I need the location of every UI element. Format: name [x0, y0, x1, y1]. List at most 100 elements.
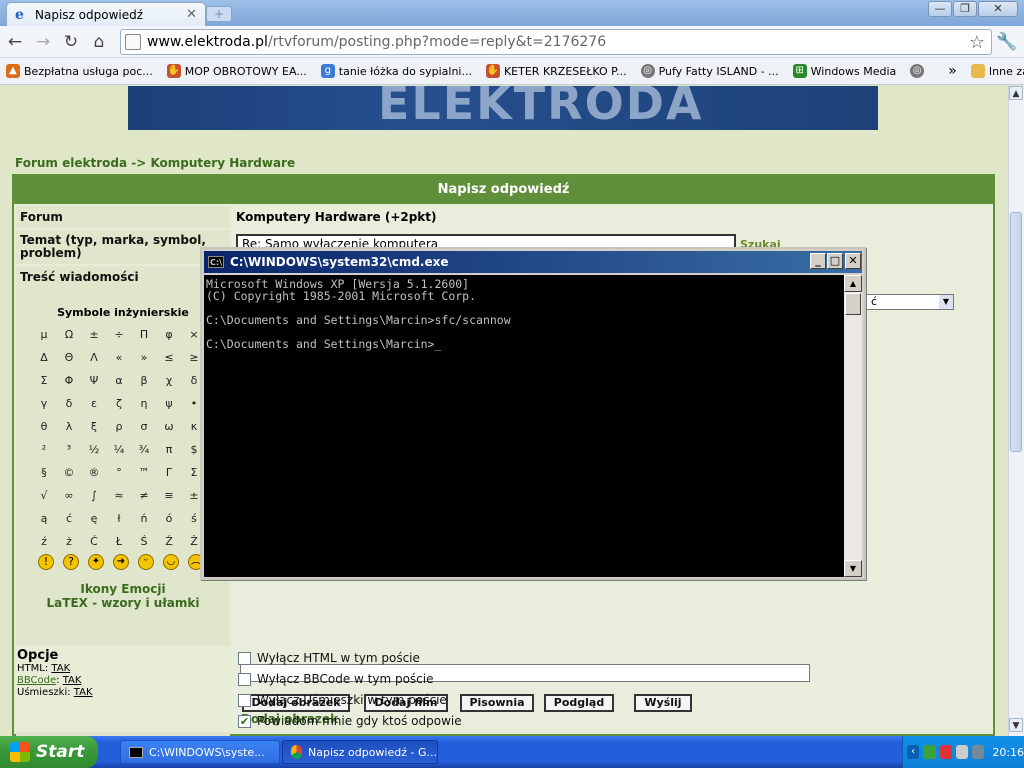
minimize-button[interactable]: — [928, 1, 952, 17]
symbol-button[interactable]: ³ [59, 443, 79, 456]
symbol-button[interactable]: γ [34, 397, 54, 410]
symbol-button[interactable]: ź [34, 535, 54, 548]
console-output[interactable]: Microsoft Windows XP [Wersja 5.1.2600] (… [204, 275, 844, 577]
symbol-button[interactable]: θ [34, 420, 54, 433]
cmd-scrollbar[interactable] [844, 275, 862, 577]
taskbar-item-cmd[interactable]: C:\WINDOWS\syste... [120, 740, 280, 764]
symbol-button[interactable]: Ź [159, 535, 179, 548]
symbol-button[interactable]: ń [134, 512, 154, 525]
bbcode-link[interactable]: BBCode [17, 675, 56, 686]
checkmark-icon[interactable]: ✔ [238, 714, 251, 728]
symbol-button[interactable]: φ [159, 328, 179, 341]
cmd-scroll-up-icon[interactable]: ▲ [844, 275, 862, 292]
home-icon[interactable]: ⌂ [88, 31, 110, 53]
symbol-button[interactable]: Ł [109, 535, 129, 548]
network-icon[interactable] [955, 745, 969, 759]
smile-emoticon-icon[interactable]: ◡ [163, 554, 179, 570]
symbol-button[interactable]: Δ [34, 351, 54, 364]
symbol-button[interactable]: λ [59, 420, 79, 433]
symbol-button[interactable]: ¼ [109, 443, 129, 456]
scroll-up-icon[interactable]: ▲ [1009, 86, 1023, 100]
symbol-button[interactable]: ε [84, 397, 104, 410]
bookmark-star-icon[interactable]: ☆ [969, 32, 985, 53]
bookmark-item[interactable]: ◎ Pufy Fatty ISLAND - ... [640, 64, 779, 78]
symbol-button[interactable]: Φ [59, 374, 79, 387]
symbol-button[interactable]: δ [59, 397, 79, 410]
symbol-button[interactable]: ψ [159, 397, 179, 410]
symbol-button[interactable]: ° [109, 466, 129, 479]
bookmark-item[interactable]: ✋ MOP OBROTOWY EA... [166, 64, 307, 78]
symbol-button[interactable]: ≈ [109, 489, 129, 502]
symbol-button[interactable]: © [59, 466, 79, 479]
checkbox-box[interactable] [238, 651, 251, 665]
other-bookmarks-button[interactable]: Inne zakładki [970, 64, 1024, 78]
tray-expand-icon[interactable]: ‹ [907, 745, 920, 759]
symbol-button[interactable]: Θ [59, 351, 79, 364]
preview-button[interactable]: Podgląd [544, 694, 614, 712]
symbol-button[interactable]: « [109, 351, 129, 364]
cmd-scroll-thumb[interactable] [845, 293, 861, 315]
symbol-button[interactable]: α [109, 374, 129, 387]
symbol-button[interactable]: ζ [109, 397, 129, 410]
emoticons-link[interactable]: Ikony Emocji [16, 582, 230, 596]
bookmark-item[interactable]: ✋ KETER KRZESEŁKO P... [485, 64, 627, 78]
bookmark-item[interactable]: ▲ Bezpłatna usługa poc... [6, 64, 153, 78]
symbol-button[interactable]: ® [84, 466, 104, 479]
question-emoticon-icon[interactable]: ? [63, 554, 79, 570]
symbol-button[interactable]: ™ [134, 466, 154, 479]
breadcrumb[interactable]: Forum elektroda -> Komputery Hardware [15, 156, 295, 170]
cmd-close-button[interactable]: ✕ [845, 253, 861, 269]
font-select[interactable]: ć ▼ [866, 294, 954, 310]
symbol-button[interactable]: ρ [109, 420, 129, 433]
symbol-button[interactable]: ξ [84, 420, 104, 433]
symbol-button[interactable]: μ [34, 328, 54, 341]
symbol-button[interactable]: χ [159, 374, 179, 387]
symbol-button[interactable]: η [134, 397, 154, 410]
grin-emoticon-icon[interactable]: ᵕ [138, 554, 154, 570]
cmd-minimize-button[interactable]: _ [810, 253, 826, 269]
latex-link[interactable]: LaTEX - wzory i ułamki [16, 596, 230, 610]
taskbar-item-chrome[interactable]: Napisz odpowiedź - G... [282, 740, 438, 764]
bookmark-item[interactable]: g tanie łóżka do sypialni... [320, 64, 472, 78]
bookmark-item[interactable]: ◎ [910, 64, 925, 78]
symbol-button[interactable]: § [34, 466, 54, 479]
symbol-button[interactable]: ≠ [134, 489, 154, 502]
submit-button[interactable]: Wyślij [634, 694, 692, 712]
symbol-button[interactable]: √ [34, 489, 54, 502]
symbol-button[interactable]: σ [134, 420, 154, 433]
security-icon[interactable] [939, 745, 952, 759]
symbol-button[interactable]: ω [159, 420, 179, 433]
symbol-button[interactable]: ∫ [84, 489, 104, 502]
browser-tab[interactable]: e Napisz odpowiedź ✕ [6, 2, 206, 26]
close-tab-icon[interactable]: ✕ [186, 7, 197, 22]
symbol-button[interactable]: Ω [59, 328, 79, 341]
checkbox-box[interactable] [238, 672, 251, 686]
symbol-button[interactable]: ą [34, 512, 54, 525]
symbol-button[interactable]: ć [59, 512, 79, 525]
disable-bbcode-checkbox[interactable]: Wyłącz BBCode w tym poście [238, 672, 433, 686]
checkbox-box[interactable] [238, 693, 251, 707]
wrench-icon[interactable]: 🔧 [996, 31, 1018, 53]
symbol-button[interactable]: ł [109, 512, 129, 525]
symbol-button[interactable]: Σ [34, 374, 54, 387]
bookmark-item[interactable]: ⊞ Windows Media [792, 64, 896, 78]
symbol-button[interactable]: ± [84, 328, 104, 341]
cmd-titlebar[interactable]: C:\ C:\WINDOWS\system32\cmd.exe [204, 251, 862, 273]
cmd-maximize-button[interactable]: □ [827, 253, 843, 269]
back-icon[interactable]: ← [4, 31, 26, 53]
symbol-button[interactable]: Γ [159, 466, 179, 479]
symbol-button[interactable]: » [134, 351, 154, 364]
cmd-window[interactable]: C:\ C:\WINDOWS\system32\cmd.exe _ □ ✕ Mi… [200, 247, 866, 580]
symbol-button[interactable]: ó [159, 512, 179, 525]
scroll-down-icon[interactable]: ▼ [1009, 718, 1023, 732]
address-bar[interactable]: www.elektroda.pl /rtvforum/posting.php?m… [120, 29, 992, 55]
reload-icon[interactable]: ↻ [60, 31, 82, 53]
symbol-button[interactable]: ½ [84, 443, 104, 456]
scrollbar-thumb[interactable] [1010, 212, 1022, 452]
symbol-button[interactable]: ² [34, 443, 54, 456]
new-tab-button[interactable]: + [206, 6, 232, 22]
maximize-button[interactable]: ❐ [953, 1, 977, 17]
spellcheck-button[interactable]: Pisownia [460, 694, 534, 712]
arrow-emoticon-icon[interactable]: ➜ [113, 554, 129, 570]
cmd-scroll-down-icon[interactable]: ▼ [844, 560, 862, 577]
